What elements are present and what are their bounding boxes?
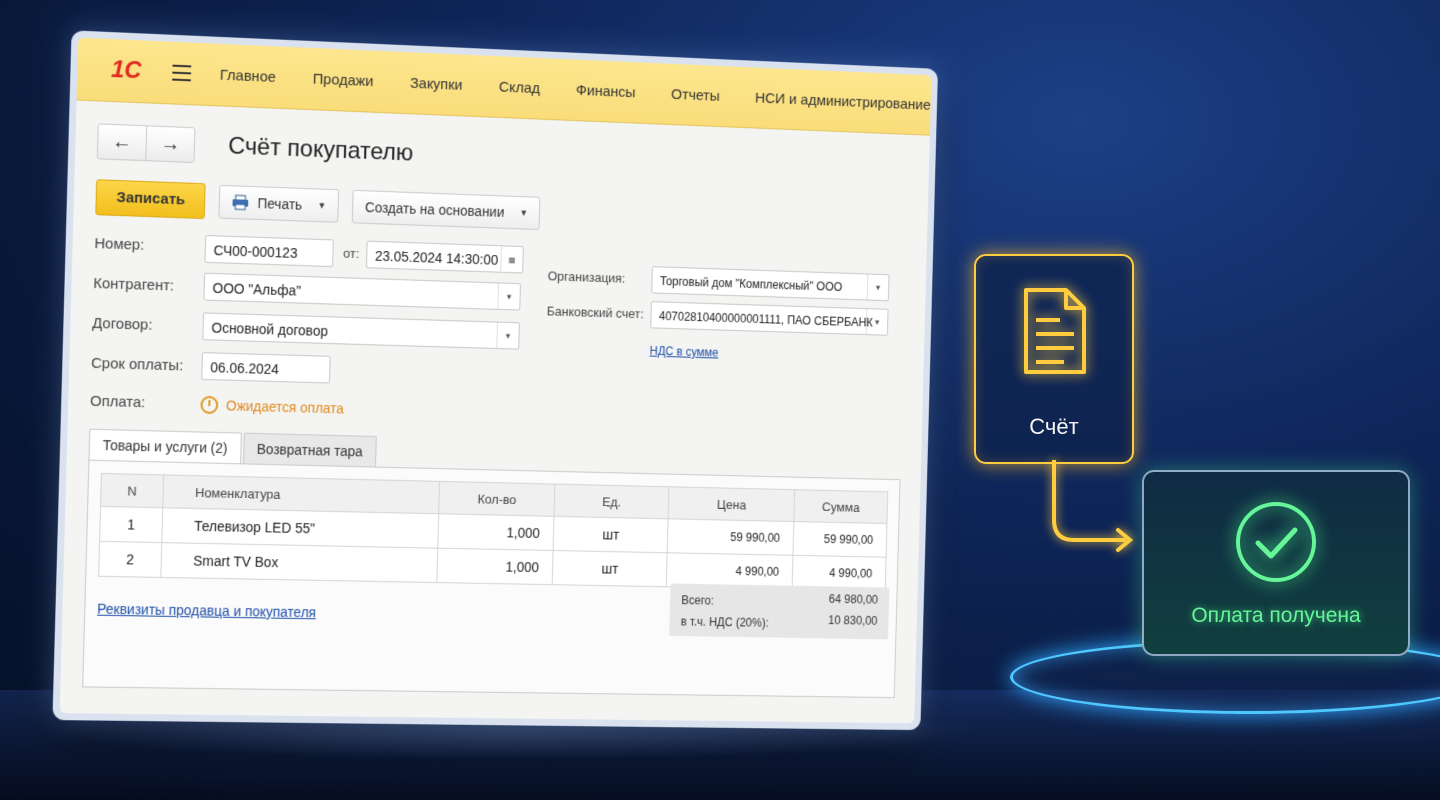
payment-status-text: Ожидается оплата — [226, 397, 344, 416]
header-form: Номер: СЧ00-000123 от: 23.05.2024 14:30:… — [89, 223, 906, 444]
goods-table: N Номенклатура Кол-во Ед. Цена Сумма 1 Т… — [98, 473, 888, 591]
chevron-down-icon: ▼ — [317, 190, 327, 222]
row-sum: 59 990,00 — [793, 522, 887, 558]
column-header-qty[interactable]: Кол-во — [439, 481, 555, 516]
organization-value: Торговый дом "Комплексный" ООО — [660, 274, 843, 294]
row-item: Smart TV Box — [161, 543, 438, 583]
requisites-link[interactable]: Реквизиты продавца и покупателя — [97, 601, 316, 621]
chevron-down-icon[interactable]: ▼ — [497, 283, 520, 309]
row-unit: шт — [553, 516, 668, 552]
save-button[interactable]: Записать — [95, 179, 206, 219]
row-unit: шт — [552, 550, 667, 586]
app-window: 1С Главное Продажи Закупки Склад Финансы… — [52, 30, 938, 730]
nav-buttons: ← → — [97, 123, 196, 163]
column-header-price[interactable]: Цена — [668, 487, 795, 522]
column-header-n[interactable]: N — [101, 473, 164, 507]
title-row: ← → Счёт покупателю — [97, 123, 909, 190]
payment-received-card: Оплата получена — [1142, 470, 1410, 656]
payment-status: Ожидается оплата — [200, 396, 344, 418]
row-qty: 1,000 — [438, 514, 554, 551]
chevron-down-icon[interactable]: ▼ — [866, 309, 888, 335]
counterparty-value: ООО "Альфа" — [212, 280, 301, 299]
menu-item-warehouse[interactable]: Склад — [499, 78, 541, 96]
due-date-field[interactable]: 06.06.2024 — [201, 352, 330, 383]
document-content: ← → Счёт покупателю Записать Печать ▼ Со… — [60, 122, 929, 698]
row-item: Телевизор LED 55" — [162, 508, 439, 548]
menu-item-admin[interactable]: НСИ и администрирование — [755, 89, 931, 113]
chevron-down-icon: ▼ — [519, 197, 528, 229]
calendar-icon[interactable]: ▦ — [500, 246, 523, 272]
contract-field[interactable]: Основной договор ▼ — [202, 312, 520, 349]
tab-goods-services[interactable]: Товары и услуги (2) — [88, 429, 241, 464]
tab-returnable-packaging[interactable]: Возвратная тара — [243, 433, 377, 467]
column-header-unit[interactable]: Ед. — [554, 484, 669, 519]
print-label: Печать — [257, 187, 303, 220]
row-qty: 1,000 — [437, 548, 553, 585]
total-label: Всего: — [681, 593, 714, 607]
invoice-label: Счёт — [976, 414, 1132, 440]
main-menu: Главное Продажи Закупки Склад Финансы От… — [220, 66, 931, 113]
due-label: Срок оплаты: — [91, 355, 184, 375]
row-price: 59 990,00 — [667, 519, 794, 556]
logo-1c: 1С — [111, 56, 151, 86]
number-field[interactable]: СЧ00-000123 — [204, 235, 333, 267]
print-button[interactable]: Печать ▼ — [219, 185, 339, 223]
organization-field[interactable]: Торговый дом "Комплексный" ООО ▼ — [651, 266, 889, 301]
hamburger-icon[interactable] — [172, 60, 191, 87]
forward-arrow-icon[interactable]: → — [146, 126, 194, 162]
counterparty-field[interactable]: ООО "Альфа" ▼ — [203, 273, 521, 311]
printer-icon — [232, 194, 250, 210]
clock-icon — [200, 396, 218, 414]
organization-label: Организация: — [548, 268, 626, 285]
menu-item-sales[interactable]: Продажи — [313, 70, 374, 89]
bank-account-label: Банковский счет: — [547, 304, 644, 322]
contract-value: Основной договор — [211, 320, 328, 339]
page-title: Счёт покупателю — [228, 133, 414, 168]
counterparty-label: Контрагент: — [93, 275, 174, 295]
create-based-button[interactable]: Создать на основании ▼ — [352, 190, 541, 230]
menu-item-purchases[interactable]: Закупки — [410, 74, 463, 93]
create-based-label: Создать на основании — [365, 191, 505, 228]
menu-item-reports[interactable]: Отчеты — [671, 86, 720, 105]
vat-label: в т.ч. НДС (20%): — [681, 615, 769, 630]
from-label: от: — [343, 246, 359, 261]
menu-item-finance[interactable]: Финансы — [576, 82, 636, 101]
app-frame: 1С Главное Продажи Закупки Склад Финансы… — [60, 38, 932, 724]
bank-account-field[interactable]: 40702810400000001111, ПАО СБЕРБАНК ▼ — [650, 301, 888, 336]
payment-label: Оплата: — [90, 393, 146, 411]
totals-box: Всего: 64 980,00 в т.ч. НДС (20%): 10 83… — [669, 583, 889, 639]
chevron-down-icon[interactable]: ▼ — [496, 323, 519, 349]
date-field[interactable]: 23.05.2024 14:30:00 ▦ — [366, 241, 524, 274]
goods-tab-panel: N Номенклатура Кол-во Ед. Цена Сумма 1 Т… — [82, 460, 900, 698]
bank-account-value: 40702810400000001111, ПАО СБЕРБАНК — [659, 309, 873, 329]
vat-link[interactable]: НДС в сумме — [649, 344, 718, 360]
total-value: 64 980,00 — [829, 592, 878, 606]
invoice-card: Счёт — [974, 254, 1134, 464]
number-label: Номер: — [94, 235, 144, 254]
top-menu-bar: 1С Главное Продажи Закупки Склад Финансы… — [77, 38, 932, 136]
payment-received-label: Оплата получена — [1144, 604, 1408, 628]
chevron-down-icon[interactable]: ▼ — [867, 274, 889, 300]
back-arrow-icon[interactable]: ← — [98, 124, 147, 160]
vat-value: 10 830,00 — [828, 613, 878, 627]
date-value: 23.05.2024 14:30:00 — [375, 248, 499, 268]
row-number: 2 — [99, 541, 162, 577]
contract-label: Договор: — [92, 315, 153, 334]
row-number: 1 — [100, 506, 163, 542]
column-header-sum[interactable]: Сумма — [794, 490, 888, 524]
menu-item-main[interactable]: Главное — [220, 66, 276, 85]
connector-arrow-icon — [1040, 458, 1140, 558]
document-icon — [1020, 286, 1090, 378]
check-circle-icon — [1234, 500, 1318, 584]
